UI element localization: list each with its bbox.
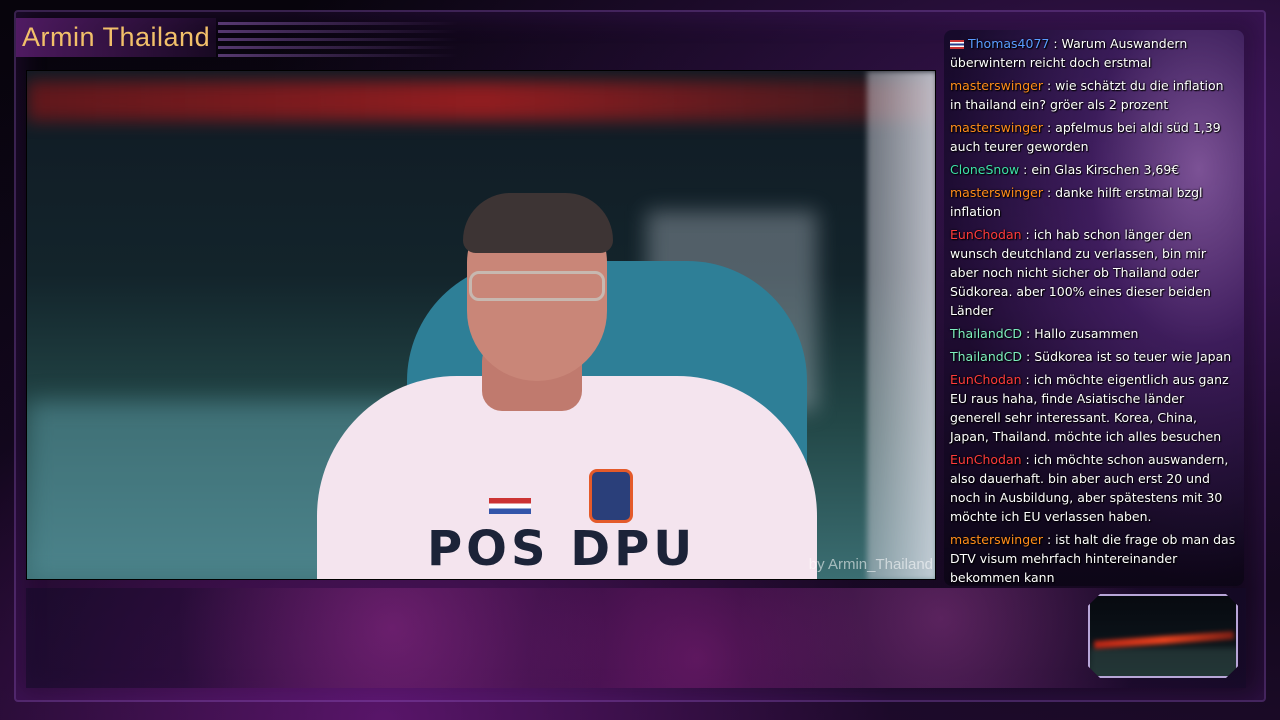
chat-panel[interactable]: Thomas4077 : Warum Auswandern überwinter… — [944, 30, 1244, 586]
chat-separator: : — [1042, 532, 1056, 547]
shirt-print: POS DPU — [427, 521, 697, 577]
chat-username[interactable]: masterswinger — [950, 185, 1043, 200]
chat-username[interactable]: masterswinger — [950, 120, 1043, 135]
chat-separator: : — [1042, 120, 1056, 135]
chat-separator: : — [1021, 227, 1034, 242]
chat-message: CloneSnow : ein Glas Kirschen 3,69€ — [950, 160, 1238, 179]
chat-username[interactable]: EunChodan — [950, 227, 1022, 242]
chat-username[interactable]: masterswinger — [950, 532, 1043, 547]
chat-separator: : — [1019, 162, 1032, 177]
chat-username[interactable]: Thomas4077 — [968, 36, 1049, 51]
webcam-video-feed[interactable]: POS DPU by Armin_Thailand — [26, 70, 936, 580]
mini-cam-red-lights — [1093, 631, 1235, 649]
chat-username[interactable]: CloneSnow — [950, 162, 1019, 177]
background-red-lights — [27, 81, 935, 121]
chat-message: masterswinger : danke hilft erstmal bzgl… — [950, 183, 1238, 221]
chat-message-text: ein Glas Kirschen 3,69€ — [1031, 162, 1180, 177]
chat-username[interactable]: ThailandCD — [950, 349, 1022, 364]
thailand-flag-icon — [950, 40, 964, 49]
bottom-bokeh-band — [26, 588, 1246, 688]
chat-message: ThailandCD : Südkorea ist so teuer wie J… — [950, 347, 1238, 366]
chat-message-text: Hallo zusammen — [1034, 326, 1139, 341]
chat-username[interactable]: EunChodan — [950, 452, 1022, 467]
decorative-lines — [218, 22, 458, 66]
chat-separator: : — [1022, 349, 1035, 364]
shirt-flag-icon — [489, 498, 531, 514]
chat-username[interactable]: ThailandCD — [950, 326, 1022, 341]
mini-cam-ground — [1090, 648, 1236, 676]
chat-message: masterswinger : wie schätzt du die infla… — [950, 76, 1238, 114]
chat-separator: : — [1042, 78, 1056, 93]
chat-message: masterswinger : apfelmus bei aldi süd 1,… — [950, 118, 1238, 156]
chat-message: ThailandCD : Hallo zusammen — [950, 324, 1238, 343]
chat-username[interactable]: EunChodan — [950, 372, 1022, 387]
chat-message-text: Südkorea ist so teuer wie Japan — [1034, 349, 1232, 364]
chat-message: masterswinger : ist halt die frage ob ma… — [950, 530, 1238, 586]
background-wall — [867, 71, 935, 579]
chat-separator: : — [1042, 185, 1056, 200]
chat-message: EunChodan : ich hab schon länger den wun… — [950, 225, 1238, 320]
chat-message: EunChodan : ich möchte schon auswandern,… — [950, 450, 1238, 526]
chat-separator: : — [1021, 372, 1034, 387]
chat-separator: : — [1021, 452, 1034, 467]
secondary-camera-preview[interactable] — [1088, 594, 1238, 678]
chat-username[interactable]: masterswinger — [950, 78, 1043, 93]
shirt-horse-logo-icon — [589, 469, 633, 523]
chat-separator: : — [1022, 326, 1035, 341]
chat-message: EunChodan : ich möchte eigentlich aus ga… — [950, 370, 1238, 446]
chat-separator: : — [1049, 36, 1062, 51]
channel-title: Armin Thailand — [16, 18, 217, 57]
video-watermark: by Armin_Thailand — [808, 556, 933, 573]
person-glasses — [469, 271, 605, 301]
chat-message: Thomas4077 : Warum Auswandern überwinter… — [950, 34, 1238, 72]
person-hair — [463, 193, 613, 253]
